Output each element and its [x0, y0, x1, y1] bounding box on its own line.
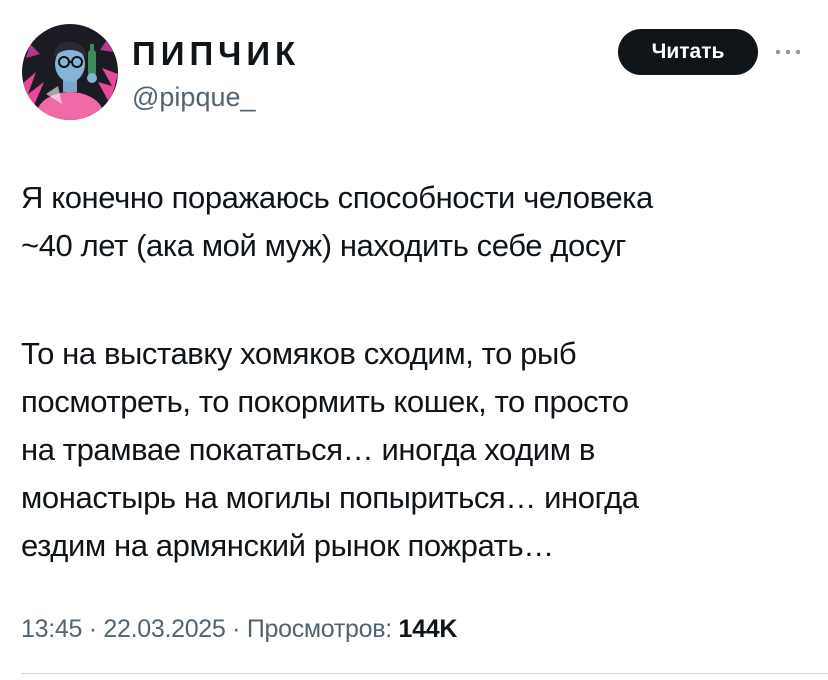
tweet-line: посмотреть, то покормить кошек, то прост… [21, 384, 629, 419]
tweet-line: ~40 лет (ака мой муж) находить себе досу… [21, 228, 626, 263]
tweet-line: монастырь на могилы попыриться… иногда [21, 480, 639, 515]
views-label: Просмотров: [246, 615, 392, 643]
tweet-paragraph: То на выставку хомяков сходим, то рыб по… [21, 330, 811, 570]
avatar-illustration-icon [22, 24, 118, 120]
views-count[interactable]: 144K [399, 615, 458, 643]
meta-separator: · [225, 615, 247, 643]
tweet-paragraph: Я конечно поражаюсь способности человека… [21, 174, 811, 270]
tweet-line: То на выставку хомяков сходим, то рыб [21, 336, 577, 371]
avatar[interactable] [22, 24, 118, 120]
author-display-name[interactable]: ПИПЧИК [132, 34, 300, 74]
meta-separator: · [82, 615, 104, 643]
tweet-meta: 13:45 · 22.03.2025 · Просмотров: 144K [21, 612, 457, 646]
author-handle[interactable]: @pipque_ [132, 80, 256, 114]
more-dots-icon [775, 49, 801, 55]
tweet-line: на трамвае покататься… иногда ходим в [21, 432, 595, 467]
tweet-date[interactable]: 22.03.2025 [103, 615, 225, 643]
follow-button[interactable]: Читать [618, 29, 758, 75]
tweet-line: ездим на армянский рынок пожрать… [21, 528, 554, 563]
tweet-time[interactable]: 13:45 [21, 615, 82, 643]
divider [21, 673, 828, 674]
tweet-text: Я конечно поражаюсь способности человека… [21, 174, 811, 570]
tweet-line: Я конечно поражаюсь способности человека [21, 180, 653, 215]
more-options-button[interactable] [768, 38, 808, 66]
